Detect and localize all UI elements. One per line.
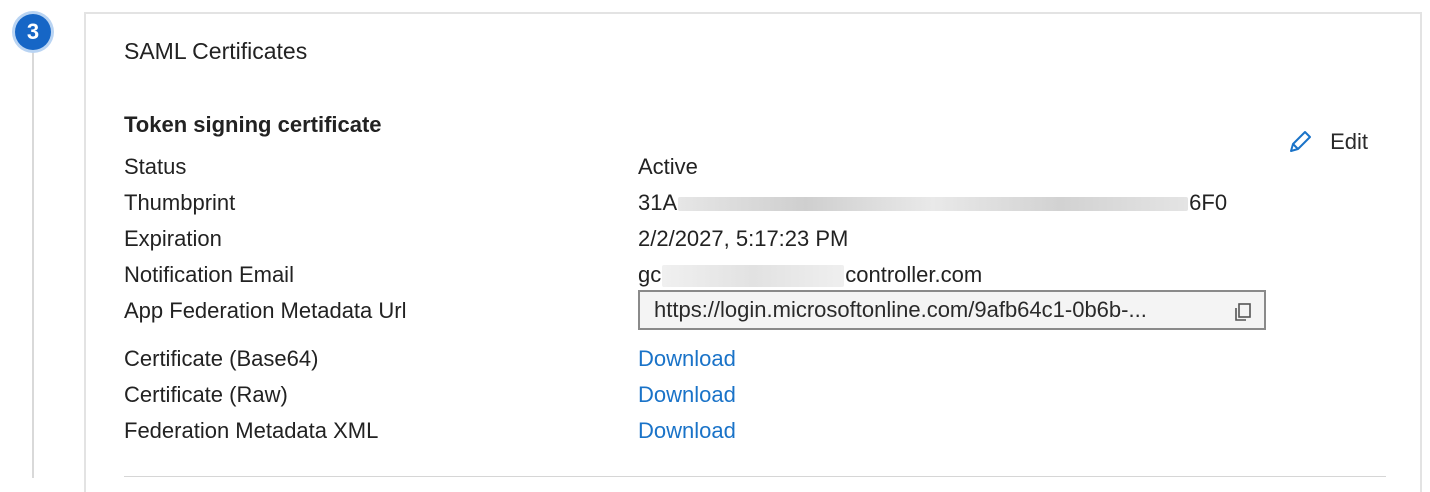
email-redacted bbox=[662, 265, 845, 288]
notification-email-value: gc controller.com bbox=[638, 262, 982, 288]
thumbprint-suffix: 6F0 bbox=[1189, 190, 1228, 215]
cert-base64-download-link[interactable]: Download bbox=[638, 346, 736, 372]
email-suffix: controller.com bbox=[845, 262, 983, 287]
status-value: Active bbox=[638, 154, 698, 179]
section-divider bbox=[124, 476, 1386, 477]
email-prefix: gc bbox=[638, 262, 662, 287]
expiration-value: 2/2/2027, 5:17:23 PM bbox=[638, 226, 849, 251]
thumbprint-label: Thumbprint bbox=[124, 190, 236, 215]
section-title: Token signing certificate bbox=[124, 112, 382, 137]
metadata-url-field[interactable]: https://login.microsoftonline.com/9afb64… bbox=[638, 290, 1266, 330]
edit-label: Edit bbox=[1330, 129, 1368, 154]
notification-email-label: Notification Email bbox=[124, 262, 294, 287]
metadata-url-value: https://login.microsoftonline.com/9afb64… bbox=[654, 297, 1147, 322]
card-title: SAML Certificates bbox=[124, 38, 308, 64]
edit-button[interactable]: Edit bbox=[1286, 128, 1368, 156]
federation-xml-label: Federation Metadata XML bbox=[124, 418, 379, 443]
step-connector-line bbox=[32, 40, 34, 478]
cert-base64-label: Certificate (Base64) bbox=[124, 346, 319, 371]
federation-xml-download-link[interactable]: Download bbox=[638, 418, 736, 444]
step-badge: 3 bbox=[15, 14, 51, 50]
cert-raw-label: Certificate (Raw) bbox=[124, 382, 288, 407]
metadata-url-label: App Federation Metadata Url bbox=[124, 298, 407, 323]
copy-icon[interactable] bbox=[1232, 301, 1254, 323]
saml-certificates-card: SAML Certificates Token signing certific… bbox=[84, 12, 1422, 492]
expiration-label: Expiration bbox=[124, 226, 222, 251]
cert-raw-download-link[interactable]: Download bbox=[638, 382, 736, 408]
pencil-icon bbox=[1290, 131, 1312, 152]
thumbprint-redacted bbox=[678, 197, 1189, 212]
thumbprint-prefix: 31A bbox=[638, 190, 678, 215]
thumbprint-value: 31A 6F0 bbox=[638, 190, 1227, 216]
status-label: Status bbox=[124, 154, 187, 179]
